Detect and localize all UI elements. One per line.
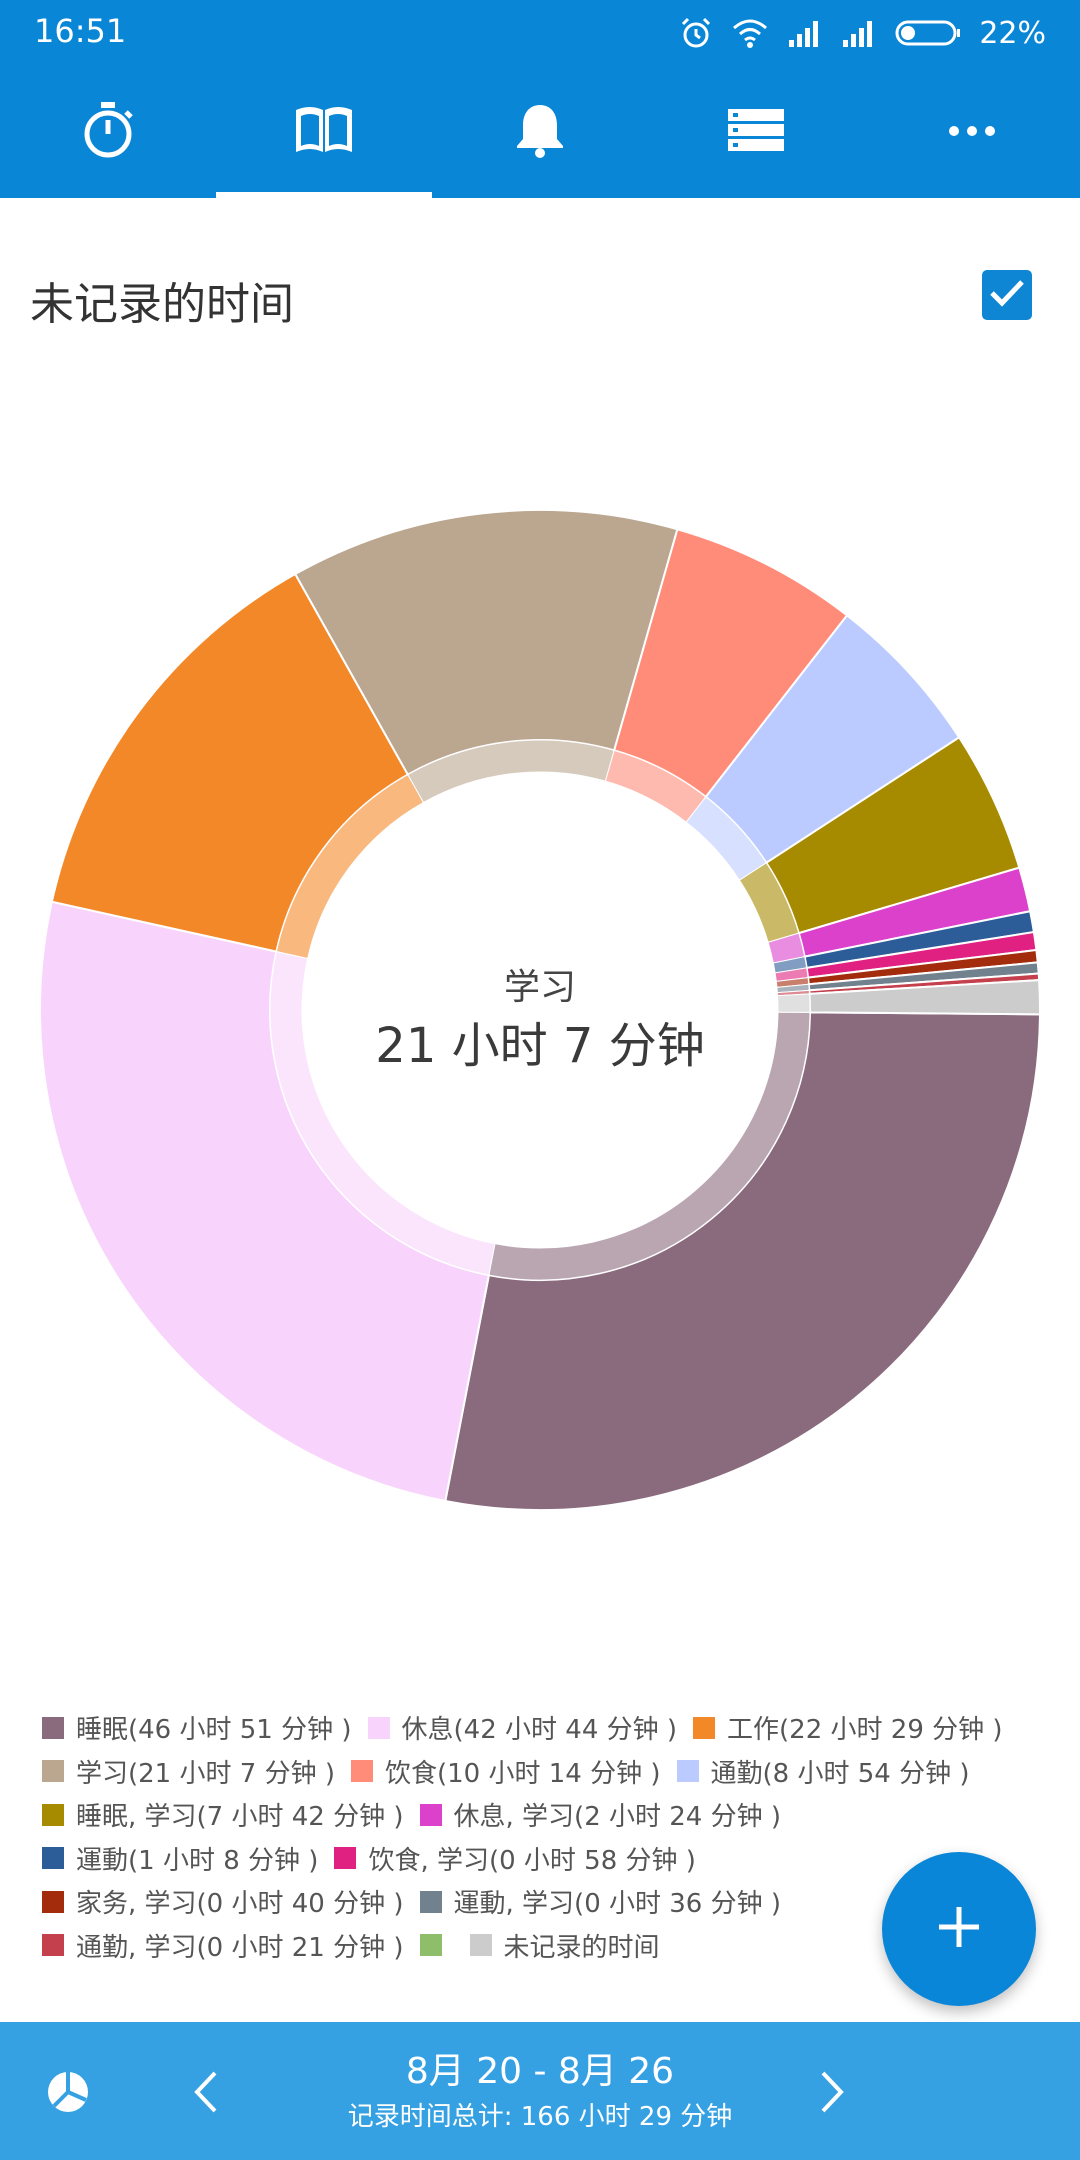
chevron-left-icon[interactable] <box>186 2064 226 2120</box>
legend-label: 学习(21 小时 7 分钟 ) <box>76 1758 335 1789</box>
legend-label: 運動, 学习(0 小时 36 分钟 ) <box>453 1889 782 1920</box>
legend-label: 通勤, 学习(0 小时 21 分钟 ) <box>76 1932 404 1963</box>
legend-swatch <box>367 1716 390 1739</box>
tab-indicator <box>216 192 432 198</box>
chart-legend: 睡眠(46 小时 51 分钟 ) 休息(42 小时 44 分钟 ) 工作(22 小时… <box>42 1706 1003 1968</box>
tab-reminders[interactable] <box>432 66 648 198</box>
status-bar: 16:51 22% <box>0 0 1080 66</box>
legend-swatch <box>42 1890 64 1913</box>
legend-item: 運動, 学习(0 小时 36 分钟 ) <box>419 1883 782 1920</box>
legend-item: 睡眠, 学习(7 小时 42 分钟 ) <box>42 1796 404 1833</box>
legend-label: 饮食, 学习(0 小时 58 分钟 ) <box>368 1845 696 1876</box>
legend-row: 通勤, 学习(0 小时 21 分钟 ) 未记录的时间 <box>42 1924 1002 1968</box>
status-icons: 22% <box>679 10 1046 56</box>
legend-item: 工作(22 小时 29 分钟 ) <box>693 1709 1003 1746</box>
legend-item: 休息(42 小时 44 分钟 ) <box>367 1709 678 1746</box>
battery-icon <box>895 19 961 47</box>
legend-swatch <box>419 1934 442 1957</box>
bottom-date-bar: 8月 20 - 8月 26 记录时间总计: 166 小时 29 分钟 <box>0 2022 1080 2160</box>
legend-swatch <box>469 1934 492 1957</box>
legend-swatch <box>42 1716 64 1739</box>
signal-icon <box>841 18 877 48</box>
list-icon <box>726 107 786 157</box>
legend-label: 饮食(10 小时 14 分钟 ) <box>384 1758 661 1789</box>
tab-statistics[interactable] <box>216 66 432 198</box>
legend-swatch <box>42 1847 64 1870</box>
status-time: 16:51 <box>34 12 127 50</box>
tab-list[interactable] <box>648 66 864 198</box>
tab-timer[interactable] <box>0 66 216 198</box>
legend-swatch <box>350 1760 373 1783</box>
pie-chart-icon[interactable] <box>40 2064 96 2120</box>
legend-label: 運動(1 小时 8 分钟 ) <box>76 1845 319 1876</box>
signal-icon <box>787 18 823 48</box>
legend-swatch <box>419 1803 442 1826</box>
legend-item: 未记录的时间 <box>469 1927 660 1964</box>
date-range[interactable]: 8月 20 - 8月 26 <box>290 2042 790 2094</box>
legend-row: 家务, 学习(0 小时 40 分钟 ) 運動, 学习(0 小时 36 分钟 ) <box>42 1880 1002 1924</box>
legend-label: 未记录的时间 <box>503 1932 660 1963</box>
tab-more[interactable] <box>864 66 1080 198</box>
battery-percent: 22% <box>979 15 1046 51</box>
legend-row: 睡眠(46 小时 51 分钟 ) 休息(42 小时 44 分钟 ) 工作(22 小时… <box>42 1706 1003 1750</box>
legend-label: 家务, 学习(0 小时 40 分钟 ) <box>76 1889 404 1920</box>
legend-row: 学习(21 小时 7 分钟 ) 饮食(10 小时 14 分钟 ) 通勤(8 小时 5… <box>42 1750 1002 1794</box>
add-record-button[interactable] <box>882 1852 1036 2006</box>
legend-item: 睡眠(46 小时 51 分钟 ) <box>42 1709 352 1746</box>
book-icon <box>292 104 356 160</box>
legend-item: 通勤(8 小时 54 分钟 ) <box>676 1753 970 1790</box>
legend-item: 運動(1 小时 8 分钟 ) <box>42 1840 318 1877</box>
legend-swatch <box>419 1890 442 1913</box>
legend-label: 工作(22 小时 29 分钟 ) <box>727 1715 1003 1746</box>
legend-swatch <box>676 1760 699 1783</box>
check-icon <box>989 278 1025 312</box>
legend-label: 休息, 学习(2 小时 24 分钟 ) <box>453 1802 782 1833</box>
highlighted-category: 学习 <box>503 967 576 1008</box>
legend-item: 家务, 学习(0 小时 40 分钟 ) <box>42 1883 404 1920</box>
legend-swatch <box>42 1760 64 1783</box>
legend-row: 睡眠, 学习(7 小时 42 分钟 ) 休息, 学习(2 小时 24 分钟 ) <box>42 1793 1002 1837</box>
bell-icon <box>515 101 565 163</box>
legend-label: 休息(42 小时 44 分钟 ) <box>401 1715 678 1746</box>
stopwatch-icon <box>80 100 136 164</box>
plus-icon <box>936 1904 982 1954</box>
legend-item: 学习(21 小时 7 分钟 ) <box>42 1753 335 1790</box>
legend-label: 睡眠(46 小时 51 分钟 ) <box>76 1715 352 1746</box>
legend-label: 睡眠, 学习(7 小时 42 分钟 ) <box>76 1802 404 1833</box>
total-recorded-time: 记录时间总计: 166 小时 29 分钟 <box>347 2102 733 2132</box>
untracked-time-label: 未记录的时间 <box>30 279 294 330</box>
wifi-icon <box>731 17 769 49</box>
legend-item <box>419 1934 454 1957</box>
legend-swatch <box>42 1803 64 1826</box>
donut-slice-inner-ring <box>777 993 811 1013</box>
chevron-right-icon[interactable] <box>812 2064 852 2120</box>
legend-swatch <box>334 1847 357 1870</box>
legend-swatch <box>42 1934 64 1957</box>
top-tab-bar <box>0 66 1080 198</box>
untracked-time-checkbox[interactable] <box>982 270 1032 320</box>
legend-item: 休息, 学习(2 小时 24 分钟 ) <box>419 1796 782 1833</box>
alarm-icon <box>679 16 713 50</box>
highlighted-value: 21 小时 7 分钟 <box>375 1018 705 1074</box>
legend-swatch <box>693 1716 716 1739</box>
legend-item: 饮食(10 小时 14 分钟 ) <box>350 1753 661 1790</box>
legend-item: 饮食, 学习(0 小时 58 分钟 ) <box>334 1840 696 1877</box>
legend-label: 通勤(8 小时 54 分钟 ) <box>710 1758 970 1789</box>
more-icon <box>947 123 997 142</box>
legend-item: 通勤, 学习(0 小时 21 分钟 ) <box>42 1927 404 1964</box>
legend-row: 運動(1 小时 8 分钟 ) 饮食, 学习(0 小时 58 分钟 ) <box>42 1837 1002 1881</box>
